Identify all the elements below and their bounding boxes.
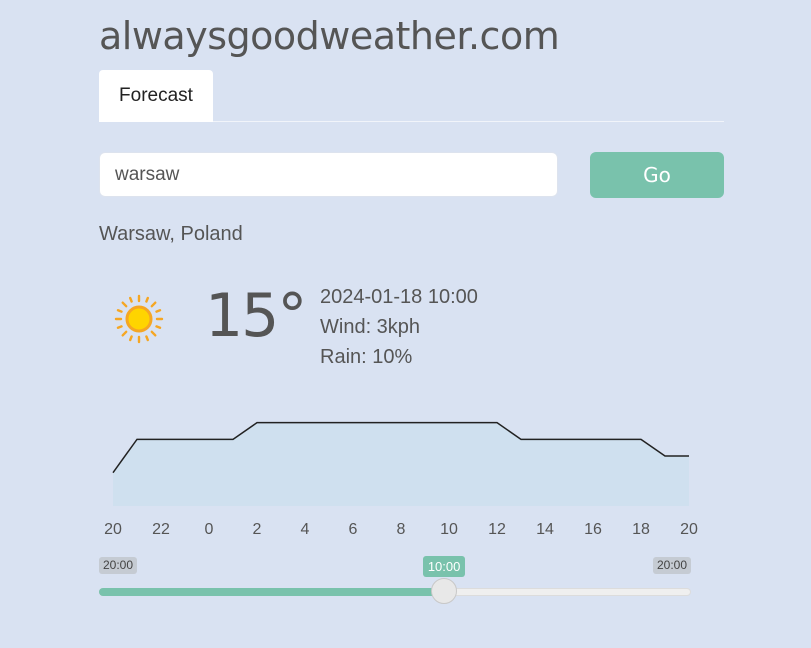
tab-forecast[interactable]: Forecast (99, 70, 213, 122)
chart-x-tick-label: 14 (536, 521, 554, 538)
chart-x-tick-label: 10 (440, 521, 458, 538)
chart-x-tick-label: 20 (680, 521, 698, 538)
rain-chance: Rain: 10% (320, 346, 413, 368)
chart-x-tick-label: 22 (152, 521, 170, 538)
weather-details: 2024-01-18 10:00 Wind: 3kph Rain: 10% (320, 282, 478, 372)
chart-x-tick-label: 0 (205, 521, 214, 538)
location-label: Warsaw, Poland (99, 223, 243, 245)
go-button[interactable]: Go (590, 152, 724, 198)
tab-bar: Forecast (99, 70, 724, 122)
slider-current-label: 10:00 (422, 556, 466, 577)
chart-x-tick-label: 2 (253, 521, 262, 538)
slider-min-label: 20:00 (99, 557, 138, 574)
sun-icon (114, 294, 164, 344)
current-temperature: 15° (205, 281, 307, 351)
chart-x-tick-label: 4 (301, 521, 310, 538)
chart-x-tick-label: 20 (104, 521, 122, 538)
time-slider[interactable]: 20:00 20:00 10:00 (99, 555, 693, 615)
search-input[interactable] (99, 152, 558, 197)
chart-x-tick-label: 8 (397, 521, 406, 538)
site-title: alwaysgoodweather.com (99, 14, 560, 58)
chart-x-tick-label: 16 (584, 521, 602, 538)
wind-speed: Wind: 3kph (320, 316, 421, 338)
chart-x-tick-label: 6 (349, 521, 358, 538)
chart-area (113, 422, 689, 506)
slider-handle[interactable] (431, 578, 458, 604)
forecast-datetime: 2024-01-18 10:00 (320, 286, 478, 308)
chart-x-tick-label: 18 (632, 521, 650, 538)
slider-fill (99, 588, 445, 596)
temperature-chart: 20 22 0 2 4 6 8 10 12 14 16 18 20 (104, 421, 698, 538)
chart-x-tick-label: 12 (488, 521, 506, 538)
slider-max-label: 20:00 (652, 557, 691, 574)
